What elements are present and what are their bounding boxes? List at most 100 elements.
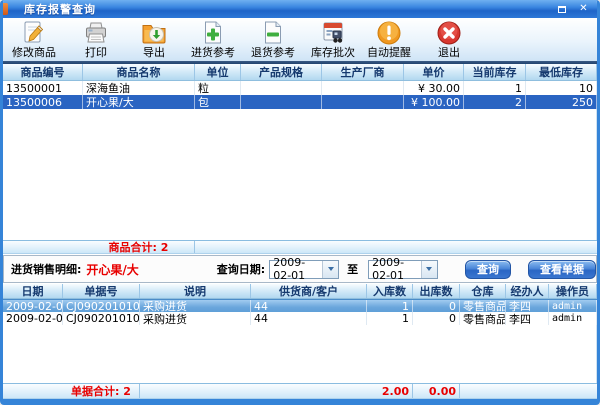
- date-to-select[interactable]: 2009-02-01: [368, 260, 438, 279]
- filter-bar: 进货销售明细: 开心果/大 查询日期: 2009-02-01 至 2009-02…: [3, 255, 597, 283]
- cell-in-qty: 1: [367, 312, 413, 325]
- column-header-operator[interactable]: 操作员: [549, 284, 597, 298]
- query-button[interactable]: 查询: [465, 260, 511, 279]
- cell-product-name: 深海鱼油: [83, 81, 195, 95]
- toolbar-label: 导出: [143, 46, 165, 59]
- toolbar-button-edit-product[interactable]: 修改商品: [6, 20, 62, 59]
- print-icon: [83, 20, 109, 46]
- toolbar-button-export[interactable]: 导出: [126, 20, 182, 59]
- column-header-price[interactable]: 单价: [404, 64, 464, 80]
- toolbar-button-exit[interactable]: 退出: [421, 20, 477, 59]
- app-icon: [0, 3, 8, 15]
- cell-min-stock: 250: [526, 95, 597, 109]
- cell-unit: 包: [195, 95, 241, 109]
- cell-operator: admin: [549, 300, 597, 312]
- order-row[interactable]: 2009-02-01 CJ090201010002 采购进货 44 1 0 零售…: [3, 312, 597, 325]
- cell-date: 2009-02-01: [3, 300, 63, 312]
- return-reference-icon: [260, 20, 286, 46]
- cell-warehouse: 零售商品仓: [460, 312, 506, 325]
- product-row[interactable]: 13500001 深海鱼油 粒 ¥ 30.00 1 10: [3, 81, 597, 95]
- cell-operator: admin: [549, 312, 597, 325]
- column-header-in-qty[interactable]: 入库数: [367, 284, 413, 298]
- orders-table-empty-area: [3, 325, 597, 383]
- column-header-handler[interactable]: 经办人: [506, 284, 549, 298]
- orders-total-label: 单据合计: 2: [63, 384, 140, 398]
- products-table-header: 商品编号 商品名称 单位 产品规格 生产厂商 单价 当前库存 最低库存: [3, 64, 597, 81]
- cell-supplier-customer: 44: [251, 312, 367, 325]
- toolbar-button-auto-remind[interactable]: 自动提醒: [361, 20, 417, 59]
- cell-min-stock: 10: [526, 81, 597, 95]
- products-table-empty-area: [3, 109, 597, 240]
- column-header-out-qty[interactable]: 出库数: [413, 284, 460, 298]
- products-table-footer: 商品合计: 2: [3, 240, 597, 254]
- cell-spec: [241, 81, 322, 95]
- cell-product-code: 13500001: [3, 81, 83, 95]
- column-header-unit[interactable]: 单位: [195, 64, 241, 80]
- toolbar-button-stock-batch[interactable]: 库存批次: [305, 20, 361, 59]
- date-to-value: 2009-02-01: [369, 261, 421, 278]
- orders-table-header: 日期 单据号 说明 供货商/客户 入库数 出库数 仓库 经办人 操作员: [3, 284, 597, 299]
- cell-manufacturer: [322, 81, 404, 95]
- edit-product-icon: [21, 20, 47, 46]
- column-header-date[interactable]: 日期: [3, 284, 63, 298]
- cell-price: ¥ 100.00: [404, 95, 464, 109]
- export-icon: [141, 20, 167, 46]
- cell-doc-number: CJ090201010002: [63, 312, 140, 325]
- window-controls: ✕: [555, 3, 590, 15]
- column-header-description[interactable]: 说明: [140, 284, 251, 298]
- toolbar-label: 自动提醒: [367, 46, 411, 59]
- order-row-selected[interactable]: 2009-02-01 CJ090201010002 采购进货 44 1 0 零售…: [3, 299, 597, 312]
- to-label: 至: [347, 261, 358, 277]
- cell-handler: 李四: [506, 312, 549, 325]
- app-window: 库存报警查询 ✕ 修改商品 打印 导出 进货参考 退货参考 库存批次: [0, 0, 600, 405]
- toolbar-label: 退出: [438, 46, 460, 59]
- orders-out-total: 0.00: [413, 384, 460, 398]
- cell-current-stock: 1: [464, 81, 526, 95]
- detail-value: 开心果/大: [86, 261, 138, 278]
- auto-remind-icon: [376, 20, 402, 46]
- cell-product-name: 开心果/大: [83, 95, 195, 109]
- cell-out-qty: 0: [413, 300, 460, 312]
- window-title: 库存报警查询: [24, 1, 96, 17]
- orders-table-footer: 单据合计: 2 2.00 0.00: [3, 383, 597, 399]
- stock-batch-icon: [320, 20, 346, 46]
- close-icon: ✕: [579, 3, 587, 15]
- date-label: 查询日期:: [217, 261, 265, 277]
- toolbar-label: 进货参考: [191, 46, 235, 59]
- toolbar-button-return-reference[interactable]: 退货参考: [245, 20, 301, 59]
- cell-in-qty: 1: [367, 300, 413, 312]
- column-header-supplier-customer[interactable]: 供货商/客户: [251, 284, 367, 298]
- view-document-button[interactable]: 查看单据: [528, 260, 596, 279]
- maximize-icon: [558, 6, 566, 13]
- toolbar-label: 打印: [85, 46, 107, 59]
- column-header-product-name[interactable]: 商品名称: [83, 64, 195, 80]
- cell-spec: [241, 95, 322, 109]
- close-button[interactable]: ✕: [577, 3, 590, 15]
- maximize-button[interactable]: [555, 3, 568, 15]
- cell-unit: 粒: [195, 81, 241, 95]
- cell-description: 采购进货: [140, 312, 251, 325]
- chevron-down-icon: [328, 267, 334, 271]
- toolbar-button-purchase-reference[interactable]: 进货参考: [185, 20, 241, 59]
- orders-in-total: 2.00: [140, 384, 413, 398]
- column-header-spec[interactable]: 产品规格: [241, 64, 322, 80]
- column-header-current-stock[interactable]: 当前库存: [464, 64, 526, 80]
- toolbar: 修改商品 打印 导出 进货参考 退货参考 库存批次 自动提醒 退出: [3, 18, 597, 61]
- column-header-min-stock[interactable]: 最低库存: [526, 64, 597, 80]
- column-header-warehouse[interactable]: 仓库: [460, 284, 506, 298]
- cell-current-stock: 2: [464, 95, 526, 109]
- toolbar-button-print[interactable]: 打印: [68, 20, 124, 59]
- column-header-product-code[interactable]: 商品编号: [3, 64, 83, 80]
- exit-icon: [436, 20, 462, 46]
- product-row-selected[interactable]: 13500006 开心果/大 包 ¥ 100.00 2 250: [3, 95, 597, 109]
- column-header-manufacturer[interactable]: 生产厂商: [322, 64, 404, 80]
- column-header-doc-number[interactable]: 单据号: [63, 284, 140, 298]
- date-to-dropdown-button[interactable]: [421, 261, 437, 278]
- cell-warehouse: 零售商品仓: [460, 300, 506, 312]
- toolbar-label: 库存批次: [311, 46, 355, 59]
- titlebar: 库存报警查询 ✕: [0, 0, 600, 18]
- date-from-dropdown-button[interactable]: [322, 261, 338, 278]
- date-from-select[interactable]: 2009-02-01: [269, 260, 339, 279]
- cell-price: ¥ 30.00: [404, 81, 464, 95]
- chevron-down-icon: [426, 267, 432, 271]
